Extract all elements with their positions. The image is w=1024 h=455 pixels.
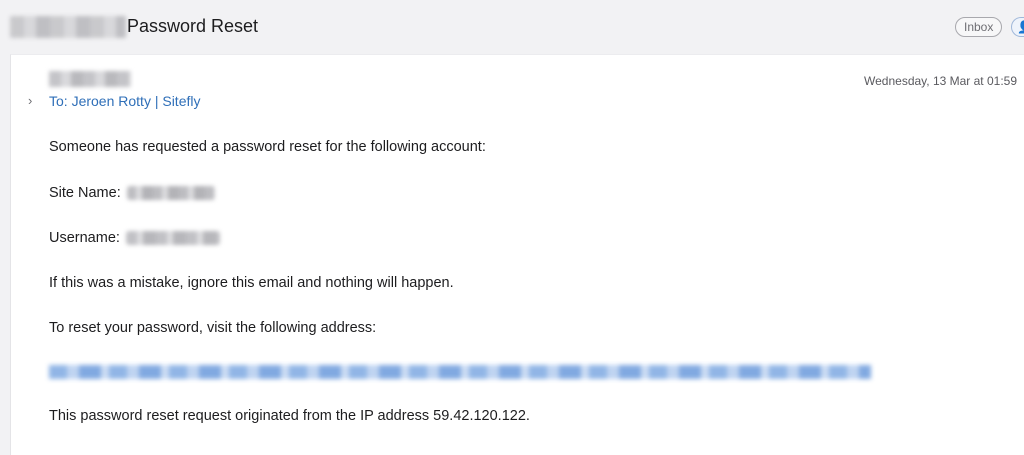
redacted-from-address [49,71,131,87]
person-icon[interactable]: 👤 [1011,17,1024,37]
mailbox-badge[interactable]: Inbox [955,17,1003,37]
site-name-row: Site Name: [49,185,215,201]
body-intro: Someone has requested a password reset f… [49,139,486,155]
redacted-site-name [126,186,215,201]
redacted-reset-link[interactable] [49,365,871,379]
redacted-sender-name [10,16,126,38]
redacted-username [125,231,220,246]
recipient-line[interactable]: To: Jeroen Rotty | Sitefly [49,93,200,109]
message-date: Wednesday, 13 Mar at 01:59 [864,74,1017,88]
username-label: Username: [49,230,120,246]
email-subject: Password Reset [127,16,259,36]
message-card: › To: Jeroen Rotty | Sitefly Wednesday, … [10,54,1024,455]
body-mistake: If this was a mistake, ignore this email… [49,275,454,291]
body-ip-notice: This password reset request originated f… [49,408,530,424]
username-row: Username: [49,230,220,246]
body-reset-instruction: To reset your password, visit the follow… [49,320,377,336]
subject-bar: Password Reset Inbox 👤 [0,0,1024,54]
chevron-right-icon[interactable]: › [28,93,32,108]
site-name-label: Site Name: [49,185,121,201]
